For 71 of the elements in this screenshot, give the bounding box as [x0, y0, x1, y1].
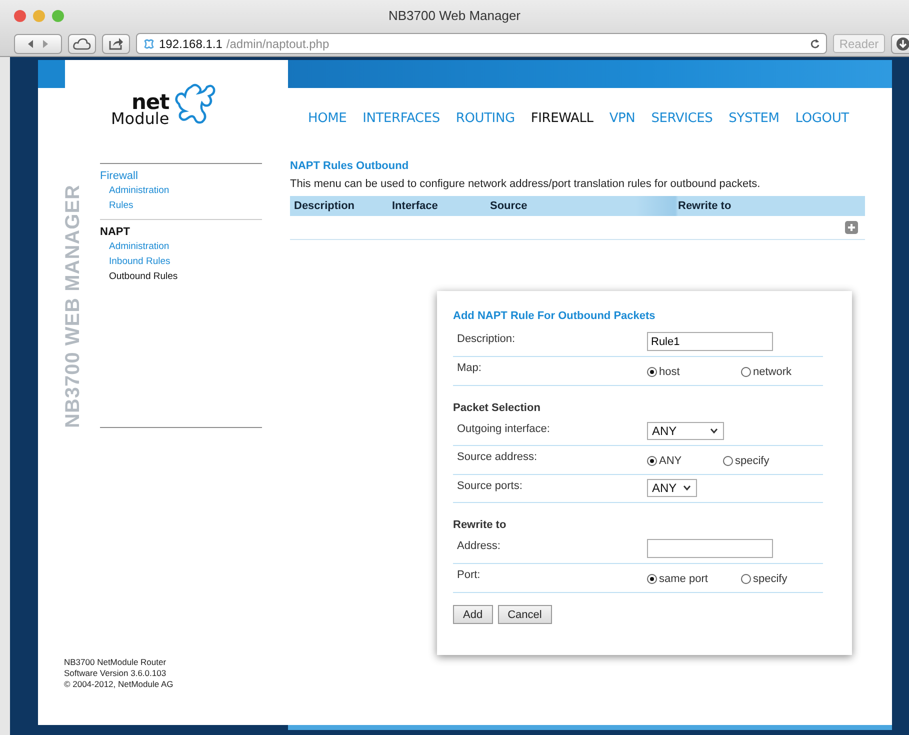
radio-button[interactable] [741, 574, 751, 584]
nav-link[interactable]: Rules [100, 198, 262, 213]
section-heading: Rewrite to [453, 519, 508, 531]
nav-heading[interactable]: NAPT [100, 225, 262, 239]
form-button[interactable]: Cancel [498, 605, 552, 624]
field-label: Source address: [457, 450, 538, 463]
header-block [38, 60, 65, 88]
radio-label: host [659, 366, 680, 378]
nav-link[interactable]: Administration [100, 239, 262, 254]
share-button[interactable] [102, 34, 130, 54]
reader-button[interactable]: Reader [833, 34, 885, 53]
column-header: Description [293, 200, 356, 212]
menu-link[interactable]: VPN [609, 111, 636, 126]
radio-label: ANY [659, 455, 682, 467]
window-title: NB3700 Web Manager [388, 8, 520, 23]
menu-link[interactable]: ROUTING [456, 111, 515, 126]
download-button[interactable] [891, 34, 909, 54]
column-header: Rewrite to [677, 200, 732, 212]
cloud-icon [73, 38, 91, 50]
dropdown[interactable]: ANY [647, 479, 697, 497]
section-title: NAPT Rules Outbound [290, 160, 410, 172]
caret-icon [710, 428, 718, 434]
cloud-button[interactable] [68, 34, 96, 54]
radio-label: same port [659, 573, 708, 585]
input-field[interactable]: Rule1 [647, 332, 773, 351]
menu-link[interactable]: SERVICES [651, 111, 713, 126]
puzzle-icon [143, 38, 155, 50]
field-label: Address: [457, 539, 502, 552]
nav-heading[interactable]: Firewall [100, 169, 262, 183]
footer-text: Software Version 3.6.0.103 [64, 668, 168, 679]
radio-label: specify [735, 455, 770, 467]
radio-button[interactable] [647, 456, 657, 466]
menu-link[interactable]: HOME [308, 111, 347, 126]
add-icon[interactable] [845, 221, 858, 234]
caret-icon [683, 485, 691, 491]
column-header: Interface [391, 200, 439, 212]
radio-label: specify [753, 573, 788, 585]
radio-button[interactable] [647, 574, 657, 584]
column-header: Source [489, 200, 528, 212]
input-field[interactable] [647, 539, 773, 558]
address-field[interactable]: 192.168.1.1 /admin/naptout.php [136, 33, 827, 54]
netmodule-logo[interactable]: net Module [111, 80, 218, 126]
share-icon [108, 37, 124, 50]
nav-link[interactable]: Inbound Rules [100, 254, 262, 269]
dialog-title: Add NAPT Rule For Outbound Packets [453, 310, 656, 322]
field-label: Map: [457, 361, 482, 374]
radio-button[interactable] [647, 367, 657, 377]
menu-link[interactable]: FIREWALL [530, 111, 594, 126]
radio-button[interactable] [723, 456, 733, 466]
intro-text: This menu can be used to configure network address/port translation rules for outbound packets. [290, 178, 762, 190]
footer-text: © 2004-2012, NetModule AG [64, 679, 174, 690]
menu-link[interactable]: INTERFACES [362, 111, 440, 126]
back-forward-button[interactable] [14, 34, 62, 54]
radio-label: network [753, 366, 792, 378]
field-label: Description: [457, 332, 516, 345]
dropdown[interactable]: ANY [647, 422, 724, 440]
menu-link[interactable]: LOGOUT [795, 111, 849, 126]
footer-text: NB3700 NetModule Router [64, 657, 168, 668]
form-button[interactable]: Add [453, 605, 493, 624]
close-icon[interactable] [14, 10, 26, 22]
menu-link[interactable]: SYSTEM [728, 111, 780, 126]
field-label: Port: [457, 568, 482, 581]
field-label: Source ports: [457, 479, 524, 492]
field-label: Outgoing interface: [457, 422, 551, 435]
vertical-title: NB3700 WEB MANAGER [62, 184, 85, 428]
section-heading: Packet Selection [453, 402, 542, 414]
nav-link[interactable]: Outbound Rules [100, 269, 262, 284]
radio-button[interactable] [741, 367, 751, 377]
download-icon [896, 36, 909, 50]
nav-link[interactable]: Administration [100, 183, 262, 198]
reload-icon[interactable] [810, 38, 820, 49]
